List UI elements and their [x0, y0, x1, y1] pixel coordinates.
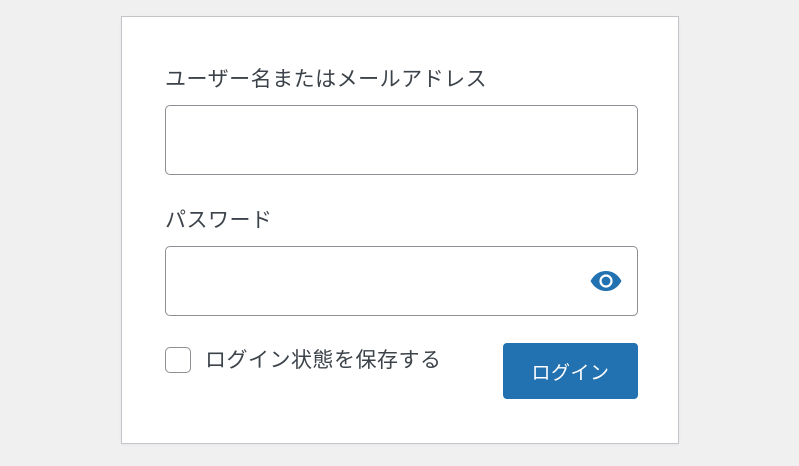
remember-me-checkbox[interactable] — [165, 347, 191, 373]
password-input[interactable] — [165, 246, 638, 316]
username-input[interactable] — [165, 105, 638, 175]
login-card: ユーザー名またはメールアドレス パスワード ログイン状態を保存する ログイン — [121, 16, 679, 444]
password-field-wrapper — [165, 246, 638, 316]
login-submit-button[interactable]: ログイン — [503, 343, 638, 399]
show-password-button[interactable] — [586, 263, 626, 299]
eye-icon — [589, 270, 623, 292]
password-label: パスワード — [165, 208, 273, 232]
username-label: ユーザー名またはメールアドレス — [165, 67, 488, 91]
remember-me-label[interactable]: ログイン状態を保存する — [205, 346, 442, 374]
remember-me-row: ログイン状態を保存する — [165, 344, 442, 376]
